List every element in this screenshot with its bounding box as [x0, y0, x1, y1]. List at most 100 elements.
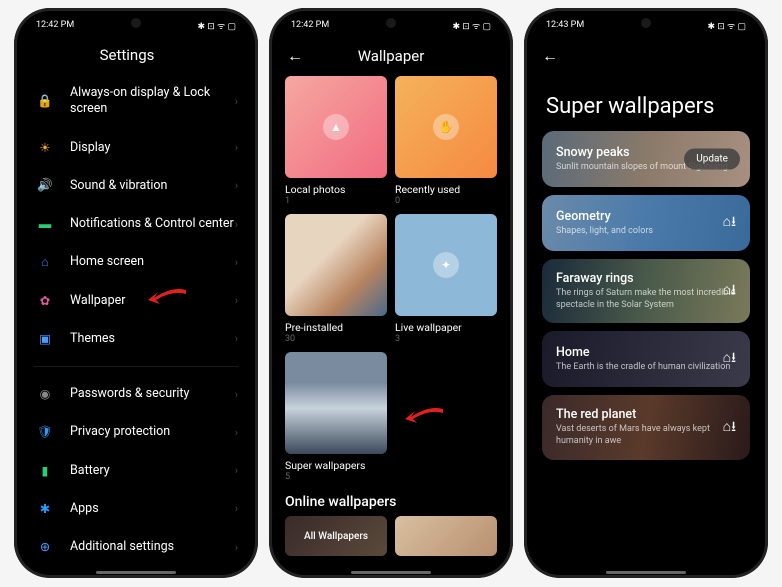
settings-item[interactable]: ✱Apps› — [32, 490, 240, 528]
home-indicator — [96, 571, 176, 574]
card-subtitle: The rings of Saturn make the most incred… — [556, 288, 736, 311]
wallpaper-tile[interactable]: ✋ Recently used0 — [395, 76, 497, 206]
item-icon: ✱ — [34, 501, 56, 517]
phone-wallpaper: 12:42 PM ✱ ⊡ ᯤ ▢ ← Wallpaper ▲ Local phot… — [269, 8, 513, 578]
tile-label: Local photos — [285, 183, 387, 196]
item-icon: 🔒 — [34, 93, 56, 109]
home-indicator — [351, 571, 431, 574]
chevron-right-icon: › — [235, 388, 238, 401]
chevron-right-icon: › — [235, 95, 238, 108]
camera-notch — [131, 18, 141, 28]
item-icon: ▬ — [34, 216, 56, 232]
status-time: 12:42 PM — [291, 20, 329, 30]
wallpaper-card[interactable]: Home The Earth is the cradle of human civ… — [542, 331, 750, 387]
wallpaper-tile[interactable]: ✦ Live wallpaper3 — [395, 214, 497, 344]
item-label: Display — [70, 140, 235, 156]
item-icon: ▮ — [34, 463, 56, 479]
status-time: 12:42 PM — [36, 20, 74, 30]
header: ← Wallpaper — [269, 36, 513, 76]
item-label: Passwords & security — [70, 386, 235, 402]
settings-item[interactable]: 🔒 Always-on display & Lock screen› — [32, 74, 240, 129]
tile-thumb — [285, 352, 387, 454]
settings-item[interactable]: 🛡 Privacy protection› — [32, 413, 240, 451]
wallpaper-card[interactable]: Faraway rings The rings of Saturn make th… — [542, 259, 750, 323]
tile-count: 0 — [395, 196, 497, 206]
settings-item[interactable]: ▮Battery› — [32, 452, 240, 490]
settings-item[interactable]: ☀ Display› — [32, 129, 240, 167]
download-icon[interactable]: ⌂⭳ — [723, 279, 736, 303]
tab-all-wallpapers[interactable]: All Wallpapers — [285, 516, 387, 556]
item-label: Sound & vibration — [70, 178, 235, 194]
item-icon: ◉ — [34, 386, 56, 402]
wallpaper-card[interactable]: Geometry Shapes, light, and colors⌂⭳ — [542, 195, 750, 251]
card-subtitle: Shapes, light, and colors — [556, 226, 736, 238]
tile-label: Recently used — [395, 183, 497, 196]
item-label: Battery — [70, 463, 235, 479]
chevron-right-icon: › — [235, 179, 238, 192]
card-title: Faraway rings — [556, 271, 736, 286]
wallpaper-tile[interactable]: ▲ Local photos1 — [285, 76, 387, 206]
download-icon[interactable]: ⌂⭳ — [723, 347, 736, 371]
settings-item[interactable]: ⊕Additional settings› — [32, 528, 240, 566]
chevron-right-icon: › — [235, 541, 238, 554]
item-icon: ☀ — [34, 140, 56, 156]
item-icon: ▣ — [34, 331, 56, 347]
wallpaper-thumb[interactable] — [395, 516, 497, 556]
wallpaper-card[interactable]: Snowy peaksSunlit mountain slopes of mou… — [542, 131, 750, 187]
tile-glyph-icon: ✋ — [433, 114, 459, 140]
item-label: Wallpaper — [70, 293, 235, 309]
card-title: Geometry — [556, 209, 736, 224]
tile-thumb: ✦ — [395, 214, 497, 316]
wallpaper-tile[interactable]: Super wallpapers5 — [285, 352, 387, 482]
status-icons: ✱ ⊡ ᯤ ▢ — [453, 19, 492, 32]
chevron-right-icon: › — [235, 332, 238, 345]
settings-item[interactable]: ◉ Passwords & security› — [32, 375, 240, 413]
settings-item[interactable]: ⌂Home screen› — [32, 243, 240, 281]
settings-item[interactable]: ▬Notifications & Control center› — [32, 205, 240, 243]
online-strip: All Wallpapers — [269, 516, 513, 556]
card-subtitle: The Earth is the cradle of human civiliz… — [556, 362, 736, 374]
back-button[interactable]: ← — [542, 46, 560, 66]
camera-notch — [641, 18, 651, 28]
item-label: Additional settings — [70, 539, 235, 555]
item-label: Apps — [70, 501, 235, 517]
item-label: Privacy protection — [70, 424, 235, 440]
camera-notch — [386, 18, 396, 28]
chevron-right-icon: › — [235, 426, 238, 439]
card-subtitle: Vast deserts of Mars have always kept hu… — [556, 424, 736, 447]
wallpaper-card[interactable]: The red planet Vast deserts of Mars have … — [542, 395, 750, 459]
wallpaper-tile[interactable]: Pre-installed30 — [285, 214, 387, 344]
settings-item[interactable]: ✿ Wallpaper› — [32, 282, 240, 320]
tile-count: 5 — [285, 472, 387, 482]
settings-item[interactable]: 🔊 Sound & vibration› — [32, 167, 240, 205]
chevron-right-icon: › — [235, 141, 238, 154]
item-label: Notifications & Control center — [70, 216, 235, 232]
chevron-right-icon: › — [235, 256, 238, 269]
tile-label: Pre-installed — [285, 321, 387, 334]
item-icon: 🛡 — [34, 424, 56, 440]
tile-glyph-icon: ▲ — [323, 114, 349, 140]
item-label: Always-on display & Lock screen — [70, 85, 235, 118]
card-title: Home — [556, 345, 736, 360]
phone-super-wallpapers: 12:43 PM ✱ ⊡ ᯤ ▢ ← Super wallpapers Snow… — [524, 8, 768, 578]
tile-count: 3 — [395, 334, 497, 344]
download-icon[interactable]: ⌂⭳ — [723, 416, 736, 440]
status-icons: ✱ ⊡ ᯤ ▢ — [708, 19, 747, 32]
item-icon: 🔊 — [34, 178, 56, 194]
tile-label: Super wallpapers — [285, 459, 387, 472]
chevron-right-icon: › — [235, 294, 238, 307]
tile-count: 1 — [285, 196, 387, 206]
header: ← — [524, 36, 768, 76]
tile-count: 30 — [285, 334, 387, 344]
card-title: The red planet — [556, 407, 736, 422]
status-icons: ✱ ⊡ ᯤ ▢ — [198, 19, 237, 32]
item-icon: ✿ — [34, 293, 56, 309]
settings-item[interactable]: ▣Themes› — [32, 320, 240, 358]
download-icon[interactable]: ⌂⭳ — [723, 211, 736, 235]
tile-glyph-icon: ✦ — [433, 252, 459, 278]
tile-label: Live wallpaper — [395, 321, 497, 334]
phone-settings: 12:42 PM ✱ ⊡ ᯤ ▢ Settings 🔒 Always-on dis… — [14, 8, 258, 578]
divider — [34, 366, 238, 367]
update-button[interactable]: Update — [684, 149, 740, 170]
header: Settings — [14, 36, 258, 74]
